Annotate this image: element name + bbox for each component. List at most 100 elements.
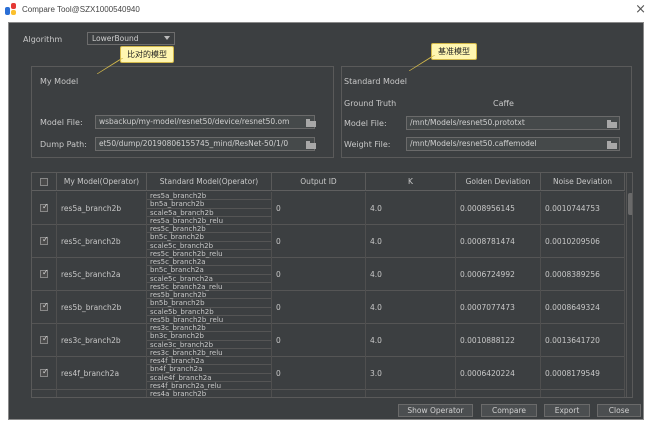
standard-operator: scale3c_branch2b [147,341,271,349]
my-model-cell: res5a_branch2b [57,192,147,225]
row-checkbox[interactable]: ✓ [40,202,49,212]
row-checkbox[interactable]: ✓ [40,301,49,311]
column-header-golden-deviation[interactable]: Golden Deviation [456,173,541,191]
my-model-callout: 比对的模型 [120,46,174,63]
output-id-cell: 0 [272,192,366,225]
comparison-table: My Model(Operator) Standard Model(Operat… [31,172,633,398]
standard-operator: res3c_branch2b [147,324,271,333]
standard-operator: scale5c_branch2a [147,275,271,283]
algorithm-label: Algorithm [23,35,63,44]
standard-model-title: Standard Model [344,77,407,86]
checkmark-icon: ✓ [42,202,49,211]
weight-file-input[interactable]: /mnt/Models/resnet50.caffemodel [406,137,620,151]
row-checkbox[interactable]: ✓ [40,367,49,377]
scrollbar-thumb[interactable] [628,193,632,215]
table-row[interactable]: ✓ res3c_branch2b res3c_branch2b bn3c_branch… [32,324,625,357]
standard-model-callout: 基准模型 [431,43,477,60]
main-window: Algorithm LowerBound My Model Model File… [8,22,644,420]
standard-operator: res4f_branch2a [147,357,271,366]
checkmark-icon: ✓ [42,334,49,343]
row-select-cell: ✓ [32,192,57,225]
standard-operator: res5c_branch2a_relu [147,283,271,291]
table-row[interactable]: ✓ res5c_branch2a res5c_branch2a bn5c_branch… [32,258,625,291]
my-model-title: My Model [40,77,79,86]
standard-model-file-label: Model File: [344,119,387,128]
row-select-cell [32,390,57,397]
export-button[interactable]: Export [544,404,590,417]
standard-operator: scale4f_branch2a [147,374,271,382]
app-logo-icon [5,3,17,15]
standard-model-cell: res4a_branch2b [147,390,272,397]
k-cell: 4.0 [366,324,456,357]
ground-truth-label: Ground Truth [344,99,397,108]
k-cell: 4.0 [366,258,456,291]
row-checkbox[interactable]: ✓ [40,268,49,278]
standard-model-cell: res5a_branch2b bn5a_branch2b scale5a_branc… [147,192,272,225]
column-header-k[interactable]: K [366,173,456,191]
checkmark-icon: ✓ [42,301,49,310]
table-row[interactable]: ✓ res5b_branch2b res5b_branch2b bn5b_branch… [32,291,625,324]
standard-operator: bn5b_branch2b [147,299,271,308]
standard-operator: res5c_branch2a [147,258,271,267]
output-id-cell: 0 [272,291,366,324]
output-id-cell: 0 [272,324,366,357]
standard-operator: res5b_branch2b [147,291,271,300]
folder-icon[interactable] [306,119,316,127]
column-header-noise-deviation[interactable]: Noise Deviation [541,173,625,191]
column-header-output-id[interactable]: Output ID [272,173,366,191]
show-operator-button[interactable]: Show Operator [398,404,473,417]
my-model-panel: My Model Model File: wsbackup/my-model/r… [31,66,334,158]
checkmark-icon: ✓ [42,367,49,376]
folder-icon[interactable] [607,141,617,149]
row-select-cell: ✓ [32,324,57,357]
window-close-icon[interactable]: × [635,2,646,17]
noise-cell: 0.0008179549 [541,357,625,390]
title-bar: Compare Tool@SZX1000540940 × [0,0,660,18]
standard-operator: res5c_branch2b_relu [147,250,271,258]
compare-button[interactable]: Compare [481,404,537,417]
column-header-my-model[interactable]: My Model(Operator) [57,173,147,191]
golden-cell: 0.0007077473 [456,291,541,324]
standard-operator: res5a_branch2b [147,192,271,201]
checkmark-icon: ✓ [42,268,49,277]
select-all-checkbox[interactable] [40,178,48,186]
checkmark-icon: ✓ [42,235,49,244]
algorithm-select[interactable]: LowerBound [87,32,175,45]
standard-operator: res5b_branch2b_relu [147,316,271,324]
k-cell: 4.0 [366,225,456,258]
standard-operator: res4f_branch2a_relu [147,382,271,390]
my-model-file-input[interactable]: wsbackup/my-model/resnet50/device/resnet… [95,115,315,129]
folder-icon[interactable] [607,120,617,128]
table-body: ✓ res5a_branch2b res5a_branch2b bn5a_branch… [32,192,625,397]
output-id-cell: 0 [272,357,366,390]
table-row[interactable]: ✓ res4f_branch2a res4f_branch2a bn4f_branch… [32,357,625,390]
standard-model-file-input[interactable]: /mnt/Models/resnet50.prototxt [406,116,620,130]
table-scrollbar[interactable] [626,173,632,397]
standard-operator: bn5c_branch2b [147,233,271,242]
table-row[interactable]: res4a_branch2b [32,390,625,397]
table-row[interactable]: ✓ res5a_branch2b res5a_branch2b bn5a_branch… [32,192,625,225]
dump-path-input[interactable]: et50/dump/20190806155745_mind/ResNet-50/… [95,137,315,151]
standard-model-cell: res5c_branch2b bn5c_branch2b scale5c_branc… [147,225,272,258]
standard-operator: res4a_branch2b [147,390,271,397]
column-header-standard-model[interactable]: Standard Model(Operator) [147,173,272,191]
standard-operator: bn3c_branch2b [147,332,271,341]
select-all-cell[interactable] [32,173,57,191]
k-cell: 4.0 [366,291,456,324]
my-model-cell: res4f_branch2a [57,357,147,390]
row-checkbox[interactable]: ✓ [40,235,49,245]
close-button[interactable]: Close [597,404,641,417]
dump-path-label: Dump Path: [40,140,87,149]
output-id-cell: 0 [272,225,366,258]
standard-operator: res5a_branch2b_relu [147,217,271,225]
standard-operator: scale5c_branch2b [147,242,271,250]
folder-icon[interactable] [306,141,316,149]
table-row[interactable]: ✓ res5c_branch2b res5c_branch2b bn5c_branch… [32,225,625,258]
noise-cell [541,390,625,397]
standard-model-cell: res5c_branch2a bn5c_branch2a scale5c_branc… [147,258,272,291]
golden-cell [456,390,541,397]
k-cell [366,390,456,397]
standard-model-cell: res4f_branch2a bn4f_branch2a scale4f_branc… [147,357,272,390]
row-checkbox[interactable]: ✓ [40,334,49,344]
my-model-cell: res5c_branch2a [57,258,147,291]
